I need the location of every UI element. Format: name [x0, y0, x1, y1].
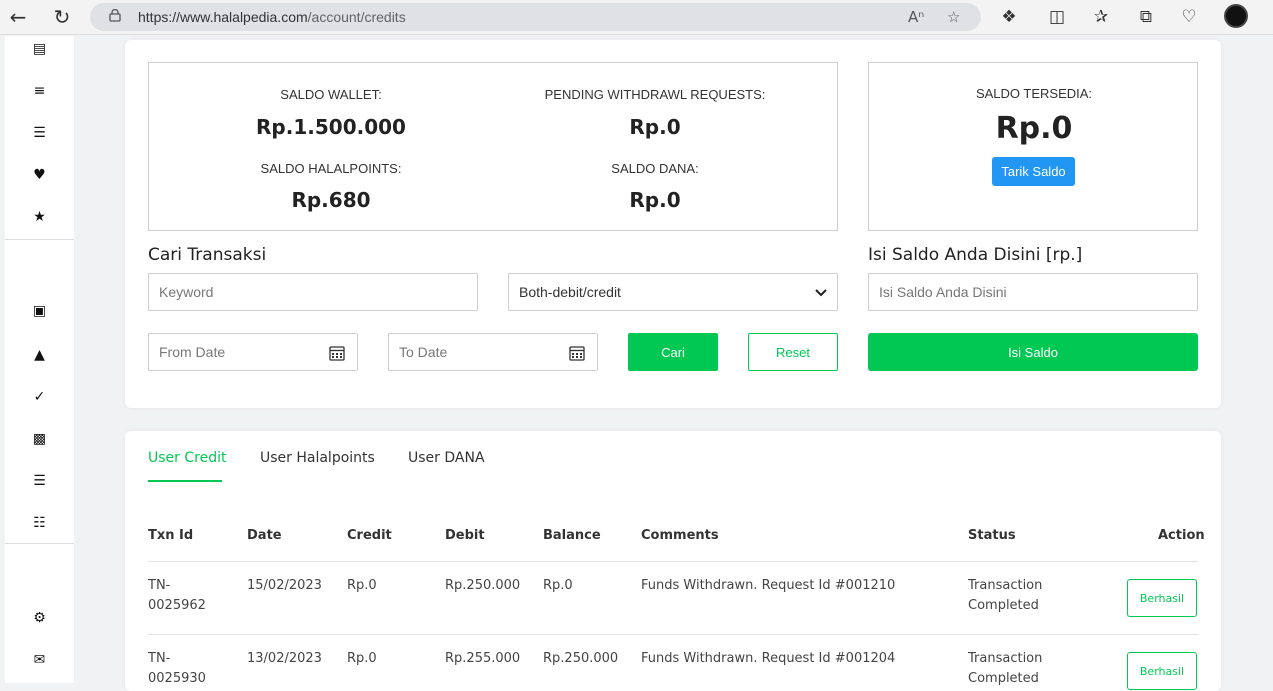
- sidebar-divider: [5, 543, 74, 544]
- balance-cell: Rp.250.000: [543, 651, 619, 666]
- indent-list-icon[interactable]: ≡: [5, 79, 74, 103]
- envelope-icon[interactable]: ✉: [5, 648, 74, 672]
- pending-withdrawal-value: Rp.0: [629, 115, 681, 139]
- saldo-dana-value: Rp.0: [629, 188, 681, 212]
- gear-icon[interactable]: ⚙: [5, 606, 74, 630]
- chevron-down-icon: [815, 289, 827, 297]
- txn-id-prefix: TN-: [148, 578, 171, 593]
- split-screen-icon[interactable]: ◫: [1046, 6, 1068, 28]
- topup-title: Isi Saldo Anda Disini [rp.]: [868, 245, 1083, 265]
- url-text: https://www.halalpedia.com/account/credi…: [138, 9, 406, 25]
- pending-withdrawal-label: PENDING WITHDRAWL REQUESTS:: [544, 87, 766, 102]
- saldo-tersedia-value: Rp.0: [995, 111, 1073, 146]
- status-cell: Transaction Completed: [968, 649, 1042, 689]
- bar-chart-icon[interactable]: ▩: [5, 427, 74, 451]
- date-cell: 13/02/2023: [247, 651, 322, 666]
- cari-button[interactable]: Cari: [628, 333, 718, 371]
- transaction-type-select[interactable]: Both-debit/credit: [508, 273, 838, 311]
- collections-icon[interactable]: ⧉: [1135, 6, 1157, 28]
- saldo-tersedia-label: SALDO TERSEDIA:: [975, 86, 1093, 101]
- extensions-icon[interactable]: ❖: [998, 6, 1020, 28]
- keyword-input[interactable]: Keyword: [148, 273, 478, 311]
- table-row-divider: [148, 634, 1198, 635]
- favorite-star-icon[interactable]: ☆: [947, 8, 960, 26]
- newspaper-icon[interactable]: ▤: [5, 37, 74, 61]
- transaction-type-value: Both-debit/credit: [519, 284, 621, 300]
- star-icon[interactable]: ★: [5, 205, 74, 229]
- column-header-balance: Balance: [543, 528, 601, 543]
- tarik-saldo-button[interactable]: Tarik Saldo: [992, 157, 1075, 186]
- from-date-placeholder: From Date: [159, 344, 226, 360]
- status-line-2: Completed: [968, 671, 1039, 686]
- column-header-txn-id: Txn Id: [148, 528, 194, 543]
- refresh-icon[interactable]: ↻: [50, 5, 74, 29]
- to-date-input[interactable]: To Date: [388, 333, 598, 371]
- sidebar-divider: [5, 239, 74, 240]
- search-title: Cari Transaksi: [148, 245, 267, 265]
- profile-avatar[interactable]: [1224, 4, 1248, 28]
- url-path: /account/credits: [307, 9, 406, 25]
- comments-cell: Funds Withdrawn. Request Id #001204: [641, 651, 896, 666]
- favorites-icon[interactable]: ✰: [1090, 6, 1112, 28]
- reset-button[interactable]: Reset: [748, 333, 838, 371]
- column-header-date: Date: [247, 528, 282, 543]
- txn-id-cell: TN- 0025962: [148, 576, 206, 616]
- berhasil-button[interactable]: Berhasil: [1127, 652, 1197, 690]
- balance-cell: Rp.0: [543, 578, 573, 593]
- status-line-1: Transaction: [968, 578, 1043, 593]
- tab-user-credit[interactable]: User Credit: [148, 450, 226, 466]
- status-cell: Transaction Completed: [968, 576, 1042, 616]
- url-domain: https://www.halalpedia.com: [138, 9, 308, 25]
- date-cell: 15/02/2023: [247, 578, 322, 593]
- tab-user-dana[interactable]: User DANA: [408, 450, 485, 466]
- back-arrow-icon[interactable]: ←: [6, 5, 30, 29]
- saldo-tersedia-box: SALDO TERSEDIA: Rp.0 Tarik Saldo: [868, 62, 1198, 231]
- active-tab-underline: [148, 480, 222, 482]
- txn-id-prefix: TN-: [148, 651, 171, 666]
- debit-cell: Rp.255.000: [445, 651, 521, 666]
- calendar-icon[interactable]: [329, 345, 345, 361]
- list-ul-icon[interactable]: ☰: [5, 469, 74, 493]
- to-date-placeholder: To Date: [399, 344, 448, 360]
- column-header-debit: Debit: [445, 528, 485, 543]
- heart-icon[interactable]: ♥: [5, 163, 74, 187]
- from-date-input[interactable]: From Date: [148, 333, 358, 371]
- credit-cell: Rp.0: [347, 651, 377, 666]
- lock-icon: [109, 9, 121, 22]
- column-header-action: Action: [1158, 528, 1205, 543]
- column-header-credit: Credit: [347, 528, 392, 543]
- list-icon[interactable]: ☰: [5, 121, 74, 145]
- saldo-halalpoints-value: Rp.680: [291, 188, 371, 212]
- status-line-1: Transaction: [968, 651, 1043, 666]
- tab-user-halalpoints[interactable]: User Halalpoints: [260, 450, 375, 466]
- table-header-divider: [148, 561, 1198, 562]
- column-header-comments: Comments: [641, 528, 719, 543]
- address-bar[interactable]: https://www.halalpedia.com/account/credi…: [90, 3, 981, 31]
- calendar-icon[interactable]: [569, 345, 585, 361]
- saldo-wallet-label: SALDO WALLET:: [280, 87, 382, 102]
- status-line-2: Completed: [968, 598, 1039, 613]
- saldo-wallet-value: Rp.1.500.000: [256, 115, 406, 139]
- browser-essentials-icon[interactable]: ♡: [1178, 6, 1200, 28]
- saldo-dana-label: SALDO DANA:: [611, 161, 699, 176]
- balance-summary-box: SALDO WALLET: Rp.1.500.000 PENDING WITHD…: [148, 62, 838, 231]
- sidebar: ▤ ≡ ☰ ♥ ★ ▣ ▲ ✓ ▩ ☰ ☷ ⚙ ✉: [5, 36, 74, 683]
- debit-cell: Rp.250.000: [445, 578, 521, 593]
- browser-toolbar: ← ↻ https://www.halalpedia.com/account/c…: [0, 0, 1273, 35]
- document-icon[interactable]: ☷: [5, 511, 74, 535]
- saldo-halalpoints-label: SALDO HALALPOINTS:: [260, 161, 402, 176]
- isi-saldo-button[interactable]: Isi Saldo: [868, 333, 1198, 371]
- cart-icon[interactable]: ✓: [5, 385, 74, 409]
- txn-id-number: 0025962: [148, 598, 206, 613]
- column-header-status: Status: [968, 528, 1016, 543]
- credit-cell: Rp.0: [347, 578, 377, 593]
- shopping-bag-icon[interactable]: ▲: [5, 343, 74, 367]
- berhasil-button[interactable]: Berhasil: [1127, 579, 1197, 617]
- txn-id-cell: TN- 0025930: [148, 649, 206, 689]
- topup-amount-input[interactable]: Isi Saldo Anda Disini: [868, 273, 1198, 311]
- comments-cell: Funds Withdrawn. Request Id #001210: [641, 578, 896, 593]
- txn-id-number: 0025930: [148, 671, 206, 686]
- store-icon[interactable]: ▣: [5, 299, 74, 323]
- read-aloud-icon[interactable]: Aⁿ: [908, 8, 924, 26]
